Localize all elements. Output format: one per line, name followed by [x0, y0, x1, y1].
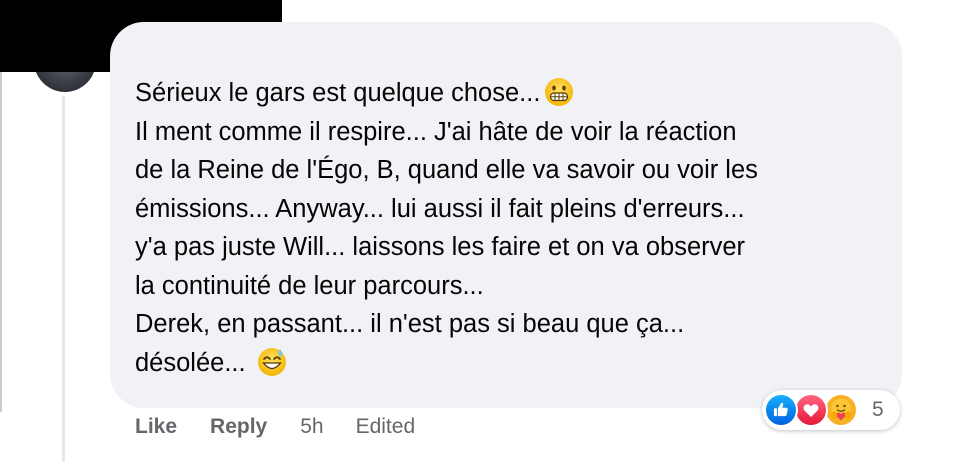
reaction-count: 5 — [872, 398, 884, 421]
grimacing-face-icon — [545, 78, 574, 106]
comment-line-text: Sérieux le gars est quelque chose... — [135, 79, 541, 107]
comment-line: de la Reine de l'Égo, B, quand elle va s… — [135, 156, 758, 184]
comment-line: Derek, en passant... il n'est pas si bea… — [135, 310, 685, 338]
reply-button[interactable]: Reply — [210, 415, 267, 439]
love-reaction-icon — [794, 393, 828, 427]
left-edge-divider — [0, 72, 2, 412]
comment-line: Sérieux le gars est quelque chose... — [135, 74, 885, 113]
comment-line: y'a pas juste Will... laissons les faire… — [135, 233, 746, 261]
like-button[interactable]: Like — [135, 415, 177, 439]
comment-line-text: désolée... — [135, 348, 246, 377]
like-reaction-icon — [764, 393, 798, 427]
reply-thread-line — [62, 96, 65, 462]
reaction-icons — [764, 392, 868, 428]
comment-line: émissions... Anyway... lui aussi il fait… — [135, 194, 745, 223]
comment-line: Il ment comme il respire... J'ai hâte de… — [135, 117, 737, 146]
edited-label[interactable]: Edited — [356, 415, 416, 439]
comment-line: désolée... — [135, 344, 885, 383]
comment-line: la continuité de leur parcours... — [135, 271, 484, 300]
timestamp[interactable]: 5h — [300, 415, 323, 439]
grinning-face-with-sweat-icon — [257, 347, 286, 376]
care-reaction-icon — [824, 393, 858, 427]
reactions-summary[interactable]: 5 — [762, 390, 900, 430]
comment-text: Sérieux le gars est quelque chose... Il … — [135, 74, 885, 382]
comment-actions: Like Reply 5h Edited — [135, 412, 415, 442]
comment-screenshot: Sérieux le gars est quelque chose... Il … — [0, 0, 980, 462]
